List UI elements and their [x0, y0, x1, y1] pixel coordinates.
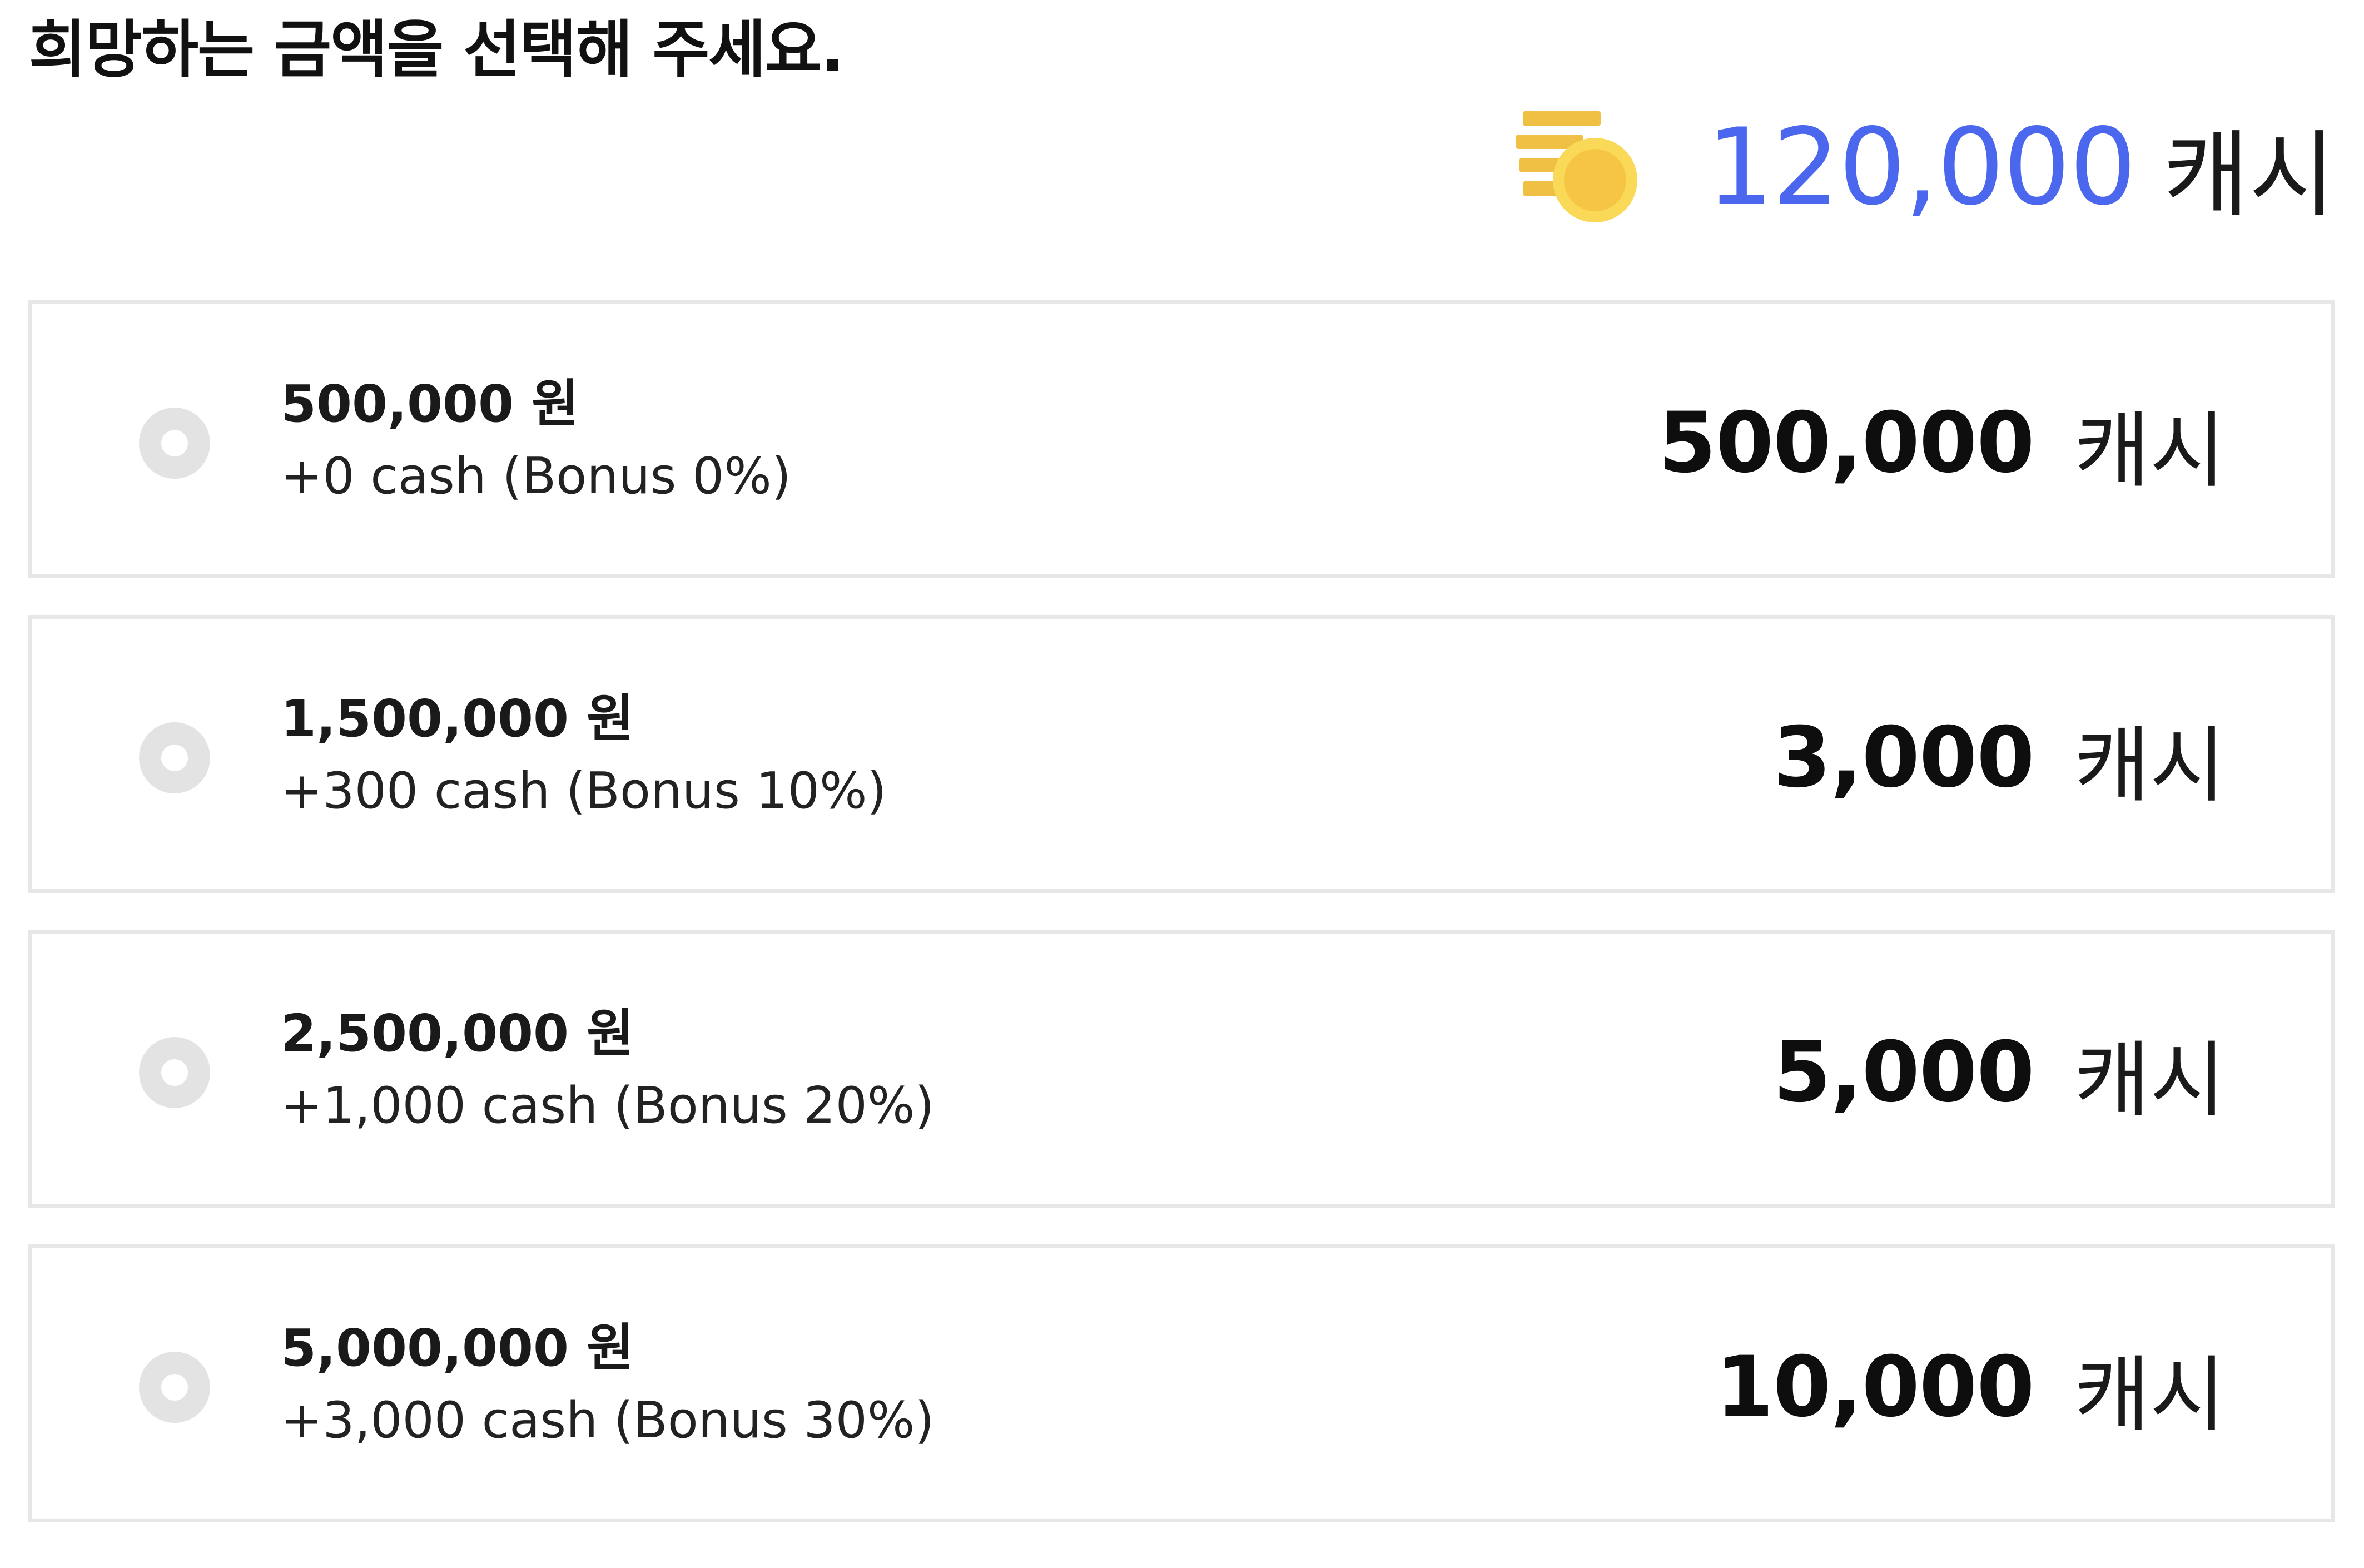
amount-option-2500000[interactable]: 2,500,000 원 +1,000 cash (Bonus 20%) 5,00… — [28, 930, 2335, 1208]
balance-unit: 캐시 — [2163, 120, 2335, 230]
option-cash-amount: 500,000 — [1658, 395, 2034, 492]
option-cash: 5,000 캐시 — [1773, 1024, 2226, 1128]
cash-balance: 120,000 캐시 — [1512, 103, 2335, 231]
option-price: 500,000 원 — [281, 374, 579, 434]
radio-button[interactable] — [139, 1037, 210, 1108]
option-cash-unit: 캐시 — [2074, 403, 2226, 499]
radio-button[interactable] — [139, 722, 210, 793]
balance-amount: 120,000 — [1706, 105, 2137, 229]
amount-option-1500000[interactable]: 1,500,000 원 +300 cash (Bonus 10%) 3,000 … — [28, 615, 2335, 893]
option-cash-amount: 3,000 — [1773, 709, 2034, 806]
radio-button[interactable] — [139, 408, 210, 479]
amount-option-5000000[interactable]: 5,000,000 원 +3,000 cash (Bonus 30%) 10,0… — [28, 1244, 2335, 1522]
option-bonus: +1,000 cash (Bonus 20%) — [281, 1076, 935, 1135]
radio-dot — [161, 1374, 188, 1401]
option-price: 2,500,000 원 — [281, 1004, 634, 1063]
option-cash: 10,000 캐시 — [1716, 1339, 2226, 1443]
option-bonus: +300 cash (Bonus 10%) — [281, 762, 887, 820]
option-cash-amount: 5,000 — [1773, 1024, 2034, 1121]
radio-dot — [161, 1059, 188, 1086]
page-title: 희망하는 금액을 선택해 주세요. — [29, 14, 845, 86]
option-cash-amount: 10,000 — [1715, 1339, 2035, 1436]
option-cash-unit: 캐시 — [2074, 1347, 2226, 1443]
option-cash: 3,000 캐시 — [1773, 709, 2226, 813]
option-cash: 500,000 캐시 — [1658, 395, 2226, 499]
coin-stack-icon — [1516, 111, 1638, 222]
option-price: 1,500,000 원 — [281, 689, 634, 748]
option-cash-unit: 캐시 — [2074, 717, 2226, 813]
radio-dot — [161, 430, 188, 456]
option-bonus: +0 cash (Bonus 0%) — [281, 447, 791, 505]
option-price: 5,000,000 원 — [281, 1318, 634, 1378]
option-bonus: +3,000 cash (Bonus 30%) — [281, 1391, 935, 1450]
radio-button[interactable] — [139, 1352, 210, 1423]
amount-option-500000[interactable]: 500,000 원 +0 cash (Bonus 0%) 500,000 캐시 — [28, 300, 2335, 578]
amount-options-list: 500,000 원 +0 cash (Bonus 0%) 500,000 캐시 … — [28, 300, 2335, 1559]
option-cash-unit: 캐시 — [2074, 1032, 2226, 1128]
radio-dot — [161, 745, 188, 771]
